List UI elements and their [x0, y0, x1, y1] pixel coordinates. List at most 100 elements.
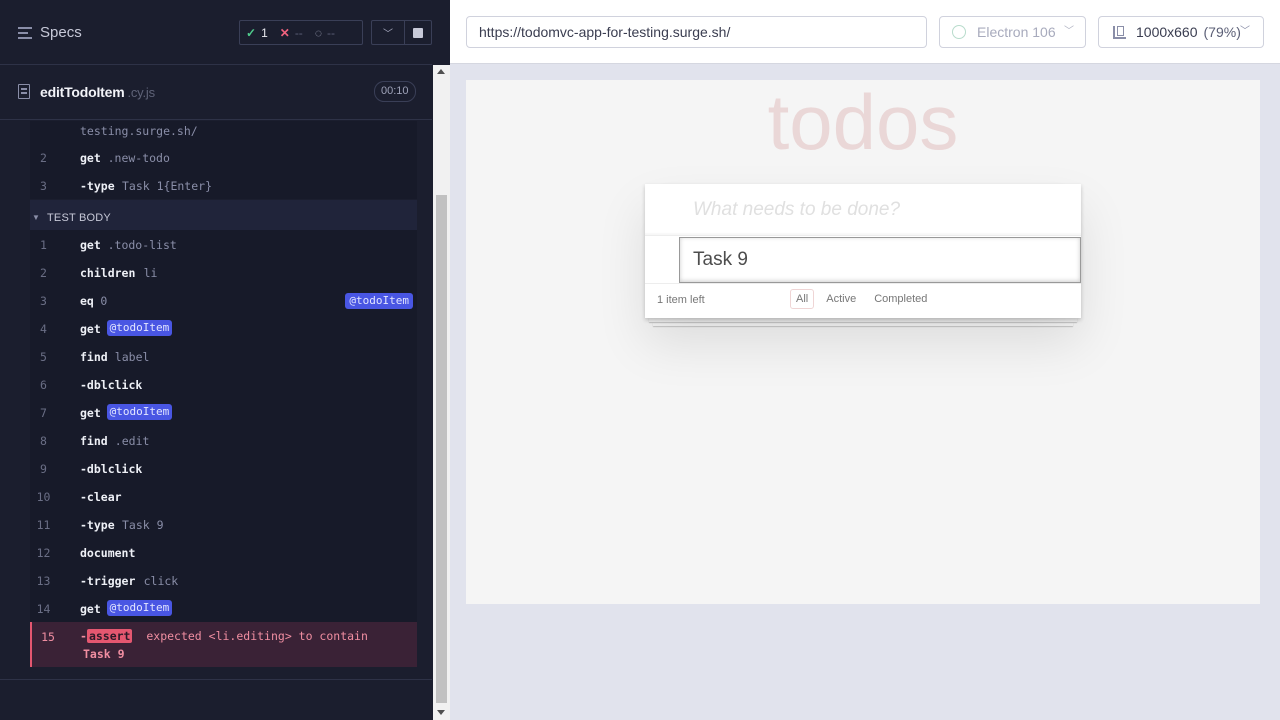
command-row[interactable]: 7 get @todoItem: [30, 398, 417, 426]
scroll-up-arrow[interactable]: [437, 69, 445, 74]
x-icon: ✕: [279, 25, 290, 40]
command-row[interactable]: testing.surge.sh/: [30, 121, 417, 143]
command-name: find: [80, 434, 108, 448]
command-number: 4: [40, 322, 47, 336]
command-number: 6: [40, 378, 47, 392]
command-name: get: [80, 322, 101, 336]
failed-count: --: [294, 25, 303, 40]
check-icon: ✓: [246, 25, 257, 40]
command-name: find: [80, 350, 108, 364]
command-row[interactable]: 3 -type Task 1{Enter}: [30, 171, 417, 199]
divider: [0, 679, 432, 680]
command-row[interactable]: 5 find label: [30, 342, 417, 370]
stop-icon: [413, 27, 423, 38]
edit-todo-input[interactable]: Task 9: [679, 237, 1081, 283]
reporter-panel: Specs ✓ 1 ✕ -- ◌ -- ﹀ editTodoItem .cy.j…: [0, 0, 450, 720]
command-number: 14: [36, 602, 51, 616]
menu-icon[interactable]: [18, 27, 32, 39]
scroll-down-arrow[interactable]: [437, 710, 445, 715]
spec-filename[interactable]: editTodoItem .cy.js: [40, 84, 155, 100]
new-todo-input[interactable]: What needs to be done?: [645, 184, 1081, 236]
command-row[interactable]: 12 document: [30, 538, 417, 566]
section-label: TEST BODY: [47, 212, 111, 224]
assert-message: expected <li.editing> to contain: [146, 629, 368, 643]
filters: All Active Completed: [790, 289, 933, 309]
passed-count: 1: [261, 25, 268, 40]
command-number: 5: [40, 350, 47, 364]
command-number: 1: [40, 238, 47, 252]
assert-message-continued: Task 9: [83, 647, 125, 661]
command-row[interactable]: 6 -dblclick: [30, 370, 417, 398]
command-number: 3: [40, 294, 47, 308]
alias-badge[interactable]: @todoItem: [345, 293, 413, 309]
command-name: get: [80, 602, 101, 616]
command-name: -dblclick: [80, 462, 143, 476]
command-message: testing.surge.sh/: [80, 124, 198, 138]
command-row[interactable]: 2 get .new-todo: [30, 143, 417, 171]
alias-badge[interactable]: @todoItem: [106, 320, 173, 336]
command-message: click: [143, 574, 179, 588]
command-name: get: [80, 151, 101, 165]
command-name: children: [80, 266, 136, 280]
failed-command-line: - assert expected <li.editing> to contain: [80, 629, 368, 643]
command-row[interactable]: 14 get @todoItem: [30, 594, 417, 622]
command-name: get: [80, 238, 101, 252]
browser-selector[interactable]: Electron 106 ﹀: [939, 16, 1086, 48]
todo-item-editing: Task 9: [645, 236, 1081, 284]
command-message: Task 1{Enter}: [122, 179, 213, 193]
command-name: get: [80, 406, 101, 420]
filter-completed[interactable]: Completed: [868, 289, 933, 309]
command-number: 10: [36, 490, 51, 504]
spec-extension: .cy.js: [127, 85, 155, 100]
alias-badge[interactable]: @todoItem: [106, 600, 173, 616]
command-row[interactable]: 13 -trigger click: [30, 566, 417, 594]
url-field[interactable]: https://todomvc-app-for-testing.surge.sh…: [466, 16, 927, 48]
aut-header: https://todomvc-app-for-testing.surge.sh…: [450, 0, 1280, 64]
command-row[interactable]: 10 -clear: [30, 482, 417, 510]
command-message: 0: [100, 294, 108, 308]
passed-stat: ✓ 1: [240, 21, 274, 44]
command-row[interactable]: 3 eq 0 @todoItem: [30, 286, 417, 314]
filter-active[interactable]: Active: [820, 289, 862, 309]
command-number: 7: [40, 406, 47, 420]
test-stats: ✓ 1 ✕ -- ◌ --: [239, 20, 363, 45]
viewport-selector[interactable]: 1000x660 (79%) ﹀: [1098, 16, 1264, 48]
command-message: label: [114, 350, 150, 364]
command-message: .new-todo: [107, 151, 170, 165]
stack-shadow: [653, 322, 1073, 326]
toggle-auto-scroll-button[interactable]: ﹀: [371, 20, 405, 45]
command-name: document: [80, 546, 136, 560]
command-number: 2: [40, 266, 47, 280]
todo-footer: 1 item left All Active Completed: [645, 284, 1081, 318]
failed-stat: ✕ --: [274, 21, 309, 44]
specs-label[interactable]: Specs: [40, 24, 82, 41]
command-row[interactable]: 1 get .todo-list: [30, 230, 417, 258]
chevron-down-icon: ﹀: [1240, 26, 1250, 37]
command-name: -type: [80, 179, 115, 193]
document-icon: [18, 84, 30, 99]
pending-stat: ◌ --: [309, 21, 341, 44]
app-title: todos: [767, 80, 959, 166]
command-row[interactable]: 2 children li: [30, 258, 417, 286]
command-row[interactable]: 11 -type Task 9: [30, 510, 417, 538]
command-number: 2: [40, 151, 47, 165]
command-number: 9: [40, 462, 47, 476]
command-row[interactable]: 9 -dblclick: [30, 454, 417, 482]
stop-button[interactable]: [404, 20, 432, 45]
zoom-level: (79%): [1203, 24, 1241, 40]
scrollbar-thumb[interactable]: [436, 195, 447, 703]
failed-command-row[interactable]: 15 - assert expected <li.editing> to cont…: [30, 622, 417, 667]
specs-bar: Specs ✓ 1 ✕ -- ◌ -- ﹀: [0, 0, 432, 65]
alias-badge[interactable]: @todoItem: [106, 404, 173, 420]
assert-badge: assert: [86, 629, 133, 643]
spec-name: editTodoItem: [40, 84, 125, 100]
command-name: -trigger: [80, 574, 136, 588]
filter-all[interactable]: All: [790, 289, 815, 309]
command-row[interactable]: 4 get @todoItem: [30, 314, 417, 342]
spec-header: editTodoItem .cy.js 00:10: [0, 66, 432, 120]
command-log-scrollbar[interactable]: [433, 65, 450, 720]
viewport-dimensions: 1000x660: [1136, 24, 1198, 40]
command-row[interactable]: 8 find .edit: [30, 426, 417, 454]
command-number: 11: [36, 518, 51, 532]
command-number: 15: [41, 630, 55, 644]
